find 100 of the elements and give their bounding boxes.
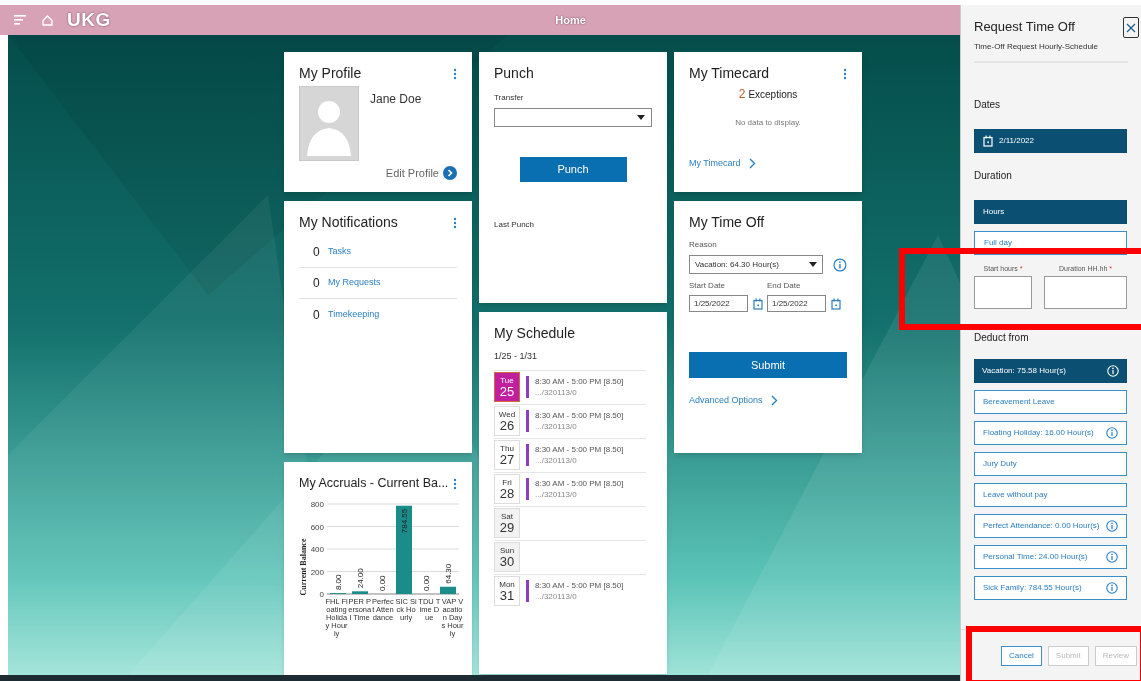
weekday: Thu [500, 443, 514, 453]
date-field[interactable]: 1/25/2022 [767, 295, 826, 312]
duration-option[interactable]: Hours [974, 199, 1127, 224]
shift-marker [526, 410, 529, 432]
panel-title: Request Time Off [974, 18, 1076, 36]
bar [440, 586, 456, 594]
deduct-option[interactable]: Floating Holiday: 16.00 Hour(s) [974, 421, 1127, 445]
date-range: 1/25 - 1/31 [494, 350, 539, 363]
shift-marker [526, 376, 529, 398]
day-number: 26 [499, 418, 515, 433]
page-title: Home [555, 12, 586, 28]
submit-button[interactable]: Submit [689, 352, 847, 378]
calendar-icon[interactable] [831, 297, 841, 310]
info-icon[interactable] [1106, 582, 1118, 594]
day-number: 29 [499, 520, 515, 535]
more-options-icon[interactable] [453, 67, 457, 80]
deduct-option[interactable]: Leave without pay [974, 483, 1127, 507]
axis-label: Current Balance [298, 538, 309, 596]
caret-icon [637, 115, 645, 120]
count: 0 [313, 244, 321, 261]
edit-profile-link[interactable]: Edit Profile [385, 165, 439, 182]
shift-time: 8:30 AM - 5:00 PM [8.50] [535, 410, 624, 421]
value-label: 64.30 [444, 563, 453, 584]
field-label: Transfer [494, 92, 525, 104]
chevron-right-icon [770, 395, 778, 407]
day-number: 27 [499, 452, 515, 467]
count: 0 [313, 275, 321, 292]
day-number: 31 [499, 588, 515, 603]
close-button[interactable] [1123, 17, 1139, 38]
card-title: My Timecard [689, 65, 770, 82]
date-field[interactable]: 1/25/2022 [689, 295, 748, 312]
shift-time: 8:30 AM - 5:00 PM [8.50] [535, 444, 624, 455]
chevron-right-icon [748, 158, 756, 170]
shift-reference: .../320113/0 [535, 489, 578, 500]
caret-icon [809, 262, 818, 267]
reason-dropdown[interactable]: Vacation: 64.30 Hour(s) [689, 255, 824, 274]
menu-icon[interactable] [14, 15, 26, 25]
card-title: My Schedule [494, 325, 576, 342]
notification-link[interactable]: My Requests [328, 276, 381, 290]
shift-reference: .../320113/0 [535, 387, 578, 398]
shift-time: 8:30 AM - 5:00 PM [8.50] [535, 478, 624, 489]
notification-link[interactable]: Tasks [328, 245, 351, 259]
deduct-option[interactable]: Jury Duty [974, 452, 1127, 476]
deduct-option[interactable]: Perfect Attendance: 0.00 Hour(s) [974, 514, 1127, 538]
last-punch-label: Last Punch [494, 219, 536, 231]
value-label: 8.00 [334, 574, 343, 591]
value-label: 24.00 [356, 568, 365, 589]
tick-label: 200 [310, 567, 324, 577]
timecard-link[interactable]: My Timecard [689, 157, 741, 171]
tick-label: 0 [319, 590, 324, 598]
section-label: Deduct from [974, 331, 1030, 345]
card-title: My Profile [299, 65, 362, 82]
day-number: 30 [499, 554, 515, 569]
footer-button[interactable]: Cancel [1000, 645, 1042, 666]
weekday: Mon [499, 579, 515, 589]
shift-time: 8:30 AM - 5:00 PM [8.50] [535, 580, 624, 591]
deduct-option[interactable]: Personal Time: 24.00 Hour(s) [974, 545, 1127, 569]
input-field[interactable] [1044, 276, 1127, 309]
card-title: My Notifications [299, 214, 398, 231]
weekday: Sat [501, 511, 513, 521]
more-options-icon[interactable] [843, 67, 847, 80]
section-label: Duration [974, 168, 1013, 183]
info-icon[interactable] [1106, 551, 1118, 563]
card-title: Punch [494, 65, 535, 82]
date-button[interactable]: 2/11/2022 [974, 128, 1127, 153]
shift-reference: .../320113/0 [535, 591, 578, 602]
tick-label: 800 [310, 500, 324, 509]
more-options-icon[interactable] [453, 216, 457, 229]
weekday: Fri [502, 477, 512, 487]
exception-count: 2 [738, 86, 746, 103]
calendar-icon[interactable] [753, 297, 763, 310]
transfer-dropdown[interactable] [494, 108, 652, 127]
shift-reference: .../320113/0 [535, 455, 578, 466]
count: 0 [313, 306, 321, 324]
field-label: Reason [689, 239, 718, 251]
info-icon[interactable] [833, 257, 847, 272]
empty-message: No data to display. [734, 117, 802, 129]
punch-button[interactable]: Punch [519, 157, 627, 182]
shift-reference: .../320113/0 [535, 421, 578, 432]
weekday: Sun [499, 545, 515, 555]
deduct-option[interactable]: Sick Family: 784.55 Hour(s) [974, 576, 1127, 600]
info-icon[interactable] [1106, 520, 1118, 532]
input-field[interactable] [974, 276, 1032, 309]
field-label: End Date [767, 280, 802, 292]
advanced-options-link[interactable]: Advanced Options [689, 394, 763, 408]
panel-subtitle: Time-Off Request Hourly-Schedule [974, 40, 1099, 53]
info-icon[interactable] [1106, 427, 1118, 439]
weekday: Wed [498, 409, 516, 419]
deduct-option[interactable]: Vacation: 75.58 Hour(s) [974, 359, 1127, 383]
deduct-option[interactable]: Bereavement Leave [974, 390, 1127, 414]
chevron-right-icon[interactable] [443, 166, 457, 181]
card-title: My Time Off [689, 214, 766, 231]
tick-label: 600 [310, 522, 324, 532]
notification-link[interactable]: Timekeeping [328, 307, 380, 322]
calendar-icon[interactable] [983, 134, 993, 147]
more-options-icon[interactable] [453, 477, 457, 490]
close-icon [1126, 22, 1136, 33]
shift-marker [526, 580, 529, 602]
value-label: 784.55 [400, 508, 409, 534]
section-label: Dates [974, 97, 1002, 112]
